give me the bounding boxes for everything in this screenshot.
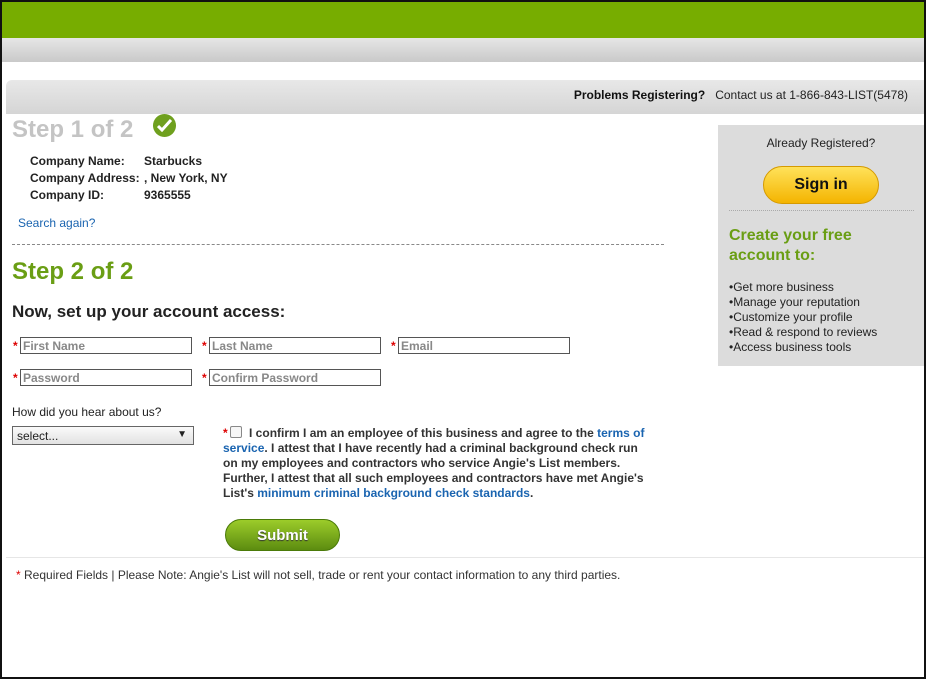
first-name-field[interactable] xyxy=(20,337,192,354)
benefit-item: Read & respond to reviews xyxy=(729,325,877,340)
search-again-link[interactable]: Search again? xyxy=(18,216,95,230)
required-marker: * xyxy=(223,426,228,440)
company-info: Company Name: Starbucks Company Address:,… xyxy=(30,153,228,204)
benefit-item: Manage your reputation xyxy=(729,295,877,310)
benefit-item: Get more business xyxy=(729,280,877,295)
email-field[interactable] xyxy=(398,337,570,354)
footer-divider xyxy=(6,557,924,558)
company-name-label: Company Name: xyxy=(30,154,125,168)
required-marker: * xyxy=(202,371,207,385)
benefit-item: Customize your profile xyxy=(729,310,877,325)
sidebar-panel: Already Registered? Sign in Create your … xyxy=(718,125,924,366)
company-id-value: 9365555 xyxy=(144,188,191,202)
background-check-standards-link[interactable]: minimum criminal background check standa… xyxy=(257,486,530,500)
benefits-list: Get more business Manage your reputation… xyxy=(729,280,877,355)
step1-title: Step 1 of 2 xyxy=(12,116,134,143)
company-address-label: Company Address: xyxy=(30,171,140,185)
footer-text: Required Fields | Please Note: Angie's L… xyxy=(20,568,621,582)
help-bar: Problems Registering? Contact us at 1-86… xyxy=(6,80,924,114)
already-registered-label: Already Registered? xyxy=(766,136,876,150)
required-marker: * xyxy=(202,339,207,353)
problems-registering-label: Problems Registering? xyxy=(573,88,706,102)
contact-phone: Contact us at 1-866-843-LIST(5478) xyxy=(715,88,908,102)
password-field[interactable] xyxy=(20,369,192,386)
setup-subtitle: Now, set up your account access: xyxy=(12,302,286,321)
sidebar-divider xyxy=(729,210,914,211)
top-brand-bar xyxy=(2,2,924,38)
sign-in-button[interactable]: Sign in xyxy=(763,166,879,204)
dropdown-arrow-icon: ▼ xyxy=(177,429,187,440)
confirm-agreement: * I confirm I am an employee of this bus… xyxy=(223,426,653,501)
section-divider xyxy=(12,244,664,245)
step2-title: Step 2 of 2 xyxy=(12,258,134,285)
submit-button[interactable]: Submit xyxy=(225,519,340,551)
last-name-field[interactable] xyxy=(209,337,381,354)
hear-about-selected: select... xyxy=(17,429,59,443)
required-marker: * xyxy=(13,339,18,353)
company-name-value: Starbucks xyxy=(144,154,203,168)
confirm-text-1: I confirm I am an employee of this busin… xyxy=(249,426,594,440)
company-id-label: Company ID: xyxy=(30,188,105,202)
required-marker: * xyxy=(13,371,18,385)
benefit-item: Access business tools xyxy=(729,340,877,355)
footer-note: * Required Fields | Please Note: Angie's… xyxy=(16,568,620,582)
hear-about-select[interactable]: select... ▼ xyxy=(12,426,194,445)
required-marker: * xyxy=(391,339,396,353)
hear-about-label: How did you hear about us? xyxy=(12,405,162,419)
confirm-checkbox[interactable] xyxy=(229,426,242,438)
sub-nav-bar xyxy=(2,38,924,62)
confirm-text-3: . xyxy=(529,486,534,500)
company-address-value: , New York, NY xyxy=(144,171,228,185)
page-frame: Problems Registering? Contact us at 1-86… xyxy=(0,0,926,679)
create-account-title: Create your free account to: xyxy=(729,227,852,264)
confirm-password-field[interactable] xyxy=(209,369,381,386)
checkmark-icon xyxy=(153,114,176,137)
